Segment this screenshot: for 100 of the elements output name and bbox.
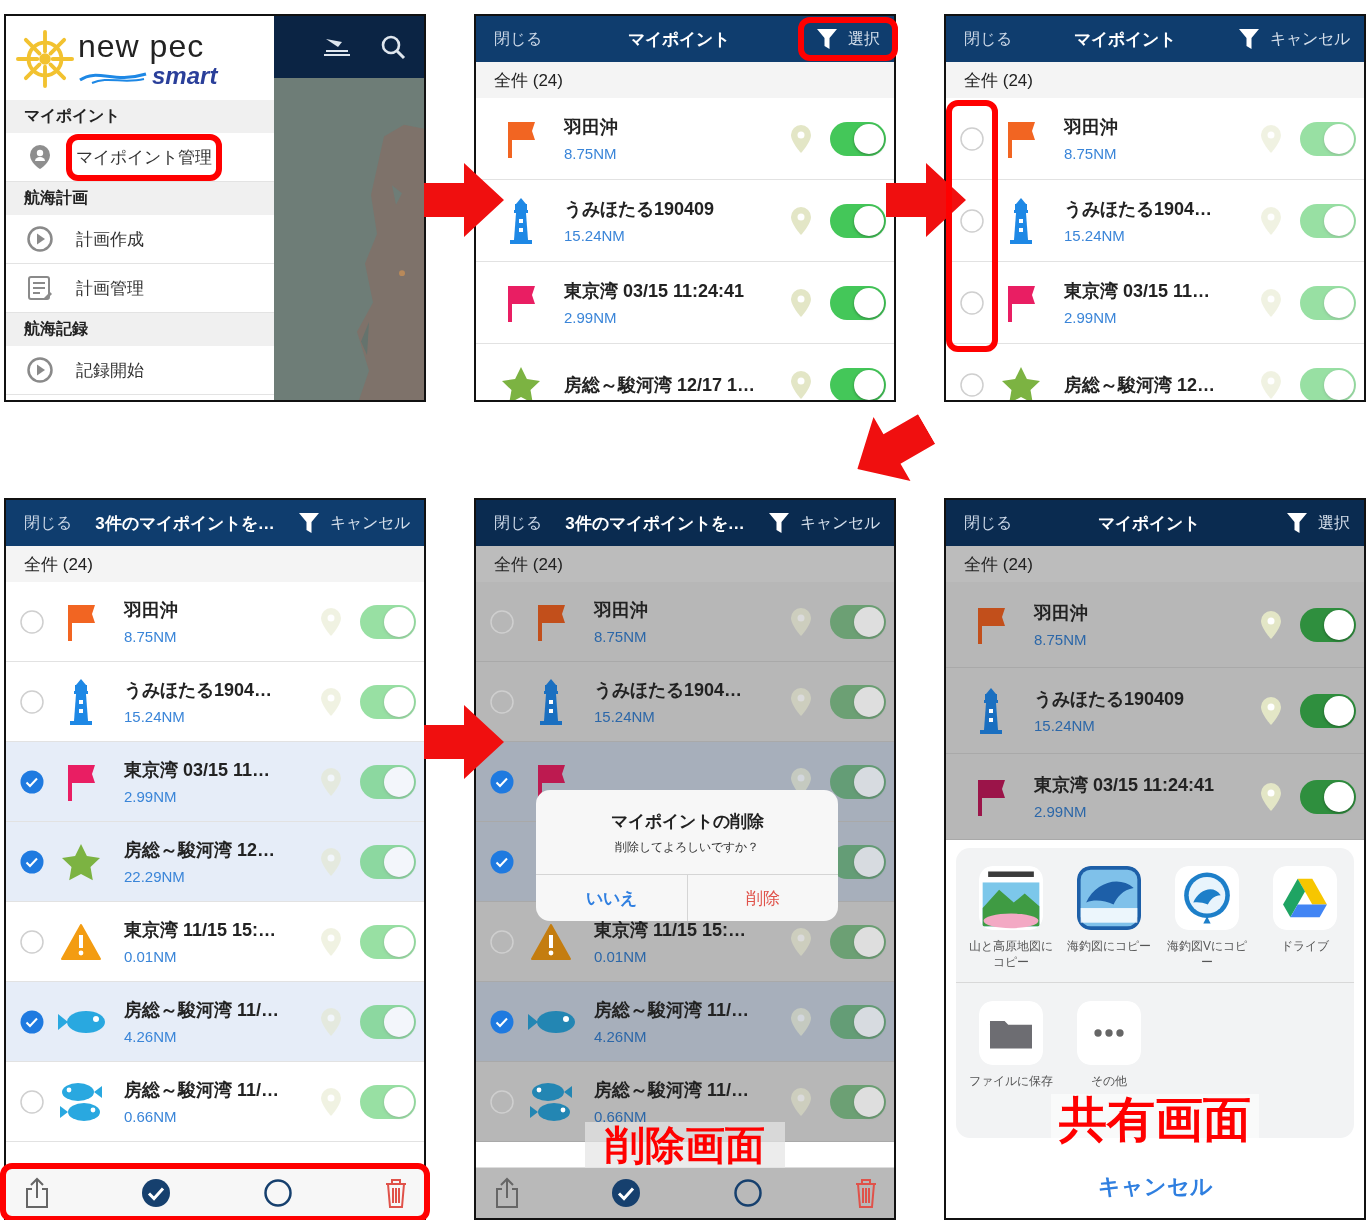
landscape-icon[interactable]: [979, 866, 1043, 930]
header-action-button[interactable]: キャンセル: [1270, 28, 1350, 50]
menu-item[interactable]: 計画管理: [76, 276, 144, 300]
checkbox[interactable]: [960, 126, 984, 151]
checkbox[interactable]: [960, 290, 984, 315]
menu-item[interactable]: マイポイント管理: [76, 145, 212, 169]
map-pin-icon[interactable]: [790, 926, 812, 957]
share-icon[interactable]: [494, 1177, 520, 1209]
toggle-switch[interactable]: [830, 367, 886, 400]
toggle-switch[interactable]: [830, 684, 886, 719]
checkbox[interactable]: [20, 769, 44, 794]
toggle-switch[interactable]: [830, 285, 886, 320]
checkbox[interactable]: [20, 929, 44, 954]
checkbox[interactable]: [490, 689, 514, 714]
map-pin-icon[interactable]: [790, 123, 812, 154]
trash-icon[interactable]: [854, 1178, 878, 1208]
toggle-switch[interactable]: [360, 684, 416, 719]
map-pin-icon[interactable]: [320, 686, 342, 717]
header-action-button[interactable]: 選択: [848, 28, 880, 50]
close-button[interactable]: 閉じる: [964, 28, 1012, 50]
toggle-switch[interactable]: [1300, 607, 1356, 642]
checkbox[interactable]: [960, 208, 984, 233]
map-pin-icon[interactable]: [790, 369, 812, 400]
close-button[interactable]: 閉じる: [964, 512, 1012, 534]
toggle-switch[interactable]: [360, 924, 416, 959]
map-pin-icon[interactable]: [1260, 695, 1282, 726]
map-pin-icon[interactable]: [790, 686, 812, 717]
filter-icon[interactable]: [1238, 27, 1260, 51]
header-action-button[interactable]: 選択: [1318, 512, 1350, 534]
checkbox[interactable]: [490, 769, 514, 794]
checkbox[interactable]: [20, 1089, 44, 1114]
fish-pin-icon[interactable]: [1175, 866, 1239, 930]
search-icon[interactable]: [380, 34, 406, 60]
trash-icon[interactable]: [384, 1178, 408, 1208]
share-icon[interactable]: [24, 1177, 50, 1209]
checkbox[interactable]: [20, 689, 44, 714]
map-pin-icon[interactable]: [1260, 781, 1282, 812]
map-pin-icon[interactable]: [1260, 609, 1282, 640]
checkbox[interactable]: [20, 849, 44, 874]
menu-item[interactable]: 計画作成: [76, 227, 144, 251]
map-pin-icon[interactable]: [1260, 287, 1282, 318]
toggle-switch[interactable]: [360, 1004, 416, 1039]
circle-icon[interactable]: [262, 1178, 293, 1208]
share-action-label[interactable]: その他: [1066, 1073, 1152, 1089]
folder-icon[interactable]: [979, 1001, 1043, 1065]
filter-icon[interactable]: [298, 511, 320, 535]
map-pin-icon[interactable]: [790, 287, 812, 318]
filter-icon[interactable]: [768, 511, 790, 535]
checkbox[interactable]: [490, 1089, 514, 1114]
map-pin-icon[interactable]: [320, 766, 342, 797]
circle-icon[interactable]: [732, 1178, 763, 1208]
close-button[interactable]: 閉じる: [24, 512, 72, 534]
toggle-switch[interactable]: [1300, 779, 1356, 814]
delete-button[interactable]: 削除: [686, 875, 838, 921]
toggle-switch[interactable]: [830, 203, 886, 238]
checkbox[interactable]: [20, 609, 44, 634]
toggle-switch[interactable]: [1300, 121, 1356, 156]
menu-item[interactable]: 記録開始: [76, 358, 144, 382]
checkbox[interactable]: [490, 929, 514, 954]
map-pin-icon[interactable]: [320, 926, 342, 957]
check-circle-icon[interactable]: [611, 1178, 642, 1208]
share-target-label[interactable]: 山と高原地図にコピー: [968, 938, 1054, 970]
fish-icon[interactable]: [1077, 866, 1141, 930]
toggle-switch[interactable]: [360, 764, 416, 799]
checkbox[interactable]: [490, 1009, 514, 1034]
header-action-button[interactable]: キャンセル: [800, 512, 880, 534]
filter-icon[interactable]: [1286, 511, 1308, 535]
share-action-label[interactable]: ファイルに保存: [968, 1073, 1054, 1089]
close-button[interactable]: 閉じる: [494, 28, 542, 50]
map-pin-icon[interactable]: [320, 846, 342, 877]
map-pin-icon[interactable]: [1260, 369, 1282, 400]
toggle-switch[interactable]: [1300, 203, 1356, 238]
checkbox[interactable]: [960, 372, 984, 397]
map-pin-icon[interactable]: [320, 1086, 342, 1117]
map-pin-icon[interactable]: [790, 606, 812, 637]
close-button[interactable]: 閉じる: [494, 512, 542, 534]
checkbox[interactable]: [490, 609, 514, 634]
toggle-switch[interactable]: [1300, 367, 1356, 400]
toggle-switch[interactable]: [830, 604, 886, 639]
toggle-switch[interactable]: [830, 764, 886, 799]
filter-icon[interactable]: [816, 27, 838, 51]
map-pin-icon[interactable]: [790, 1086, 812, 1117]
checkbox[interactable]: [490, 849, 514, 874]
toggle-switch[interactable]: [360, 844, 416, 879]
cancel-button[interactable]: いいえ: [536, 875, 687, 921]
toggle-switch[interactable]: [360, 604, 416, 639]
toggle-switch[interactable]: [830, 1004, 886, 1039]
map-pin-icon[interactable]: [320, 606, 342, 637]
header-action-button[interactable]: キャンセル: [330, 512, 410, 534]
toggle-switch[interactable]: [1300, 693, 1356, 728]
checkbox[interactable]: [20, 1009, 44, 1034]
map-pin-icon[interactable]: [1260, 205, 1282, 236]
share-target-label[interactable]: 海釣図Vにコピー: [1164, 938, 1250, 970]
check-circle-icon[interactable]: [141, 1178, 172, 1208]
share-target-label[interactable]: ドライブ: [1262, 938, 1348, 954]
map-pin-icon[interactable]: [320, 1006, 342, 1037]
share-target-label[interactable]: 海釣図にコピー: [1066, 938, 1152, 954]
toggle-switch[interactable]: [830, 1084, 886, 1119]
map-pin-icon[interactable]: [790, 1006, 812, 1037]
map-pin-icon[interactable]: [790, 205, 812, 236]
